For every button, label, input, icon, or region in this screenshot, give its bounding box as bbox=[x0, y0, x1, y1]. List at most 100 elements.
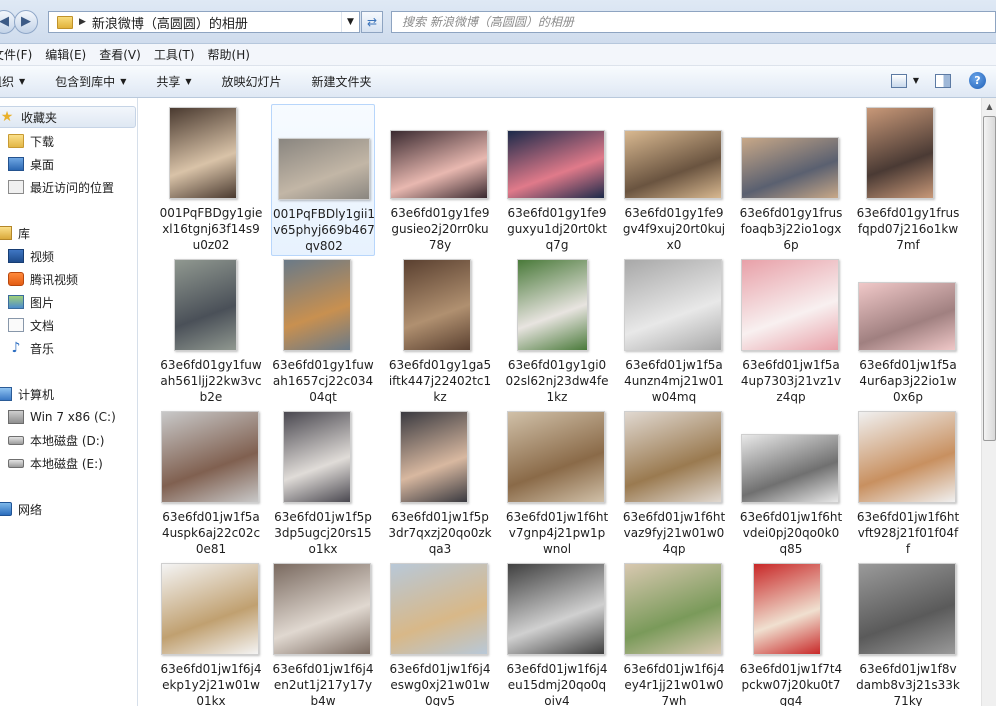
file-name: 63e6fd01jw1f5a4up7303j21vz1vz4qp bbox=[740, 358, 842, 404]
file-name: 63e6fd01jw1f7t4pckw07j20ku0t7gq4 bbox=[739, 662, 843, 706]
file-item[interactable]: 63e6fd01jw1f8vdamb8v3j21s33k71ky bbox=[856, 560, 960, 706]
nav-item-network[interactable]: 网络 bbox=[0, 498, 42, 520]
vertical-scrollbar[interactable]: ▲ bbox=[981, 98, 996, 706]
file-item[interactable]: 63e6fd01gy1fe9gv4f9xuj20rt0kujx0 bbox=[622, 104, 726, 256]
file-item[interactable]: 63e6fd01jw1f6j4en2ut1j217y17yb4w bbox=[271, 560, 375, 706]
file-item[interactable]: 001PqFBDly1gii1v65phyj669b467qv802 bbox=[271, 104, 375, 256]
new-folder-button[interactable]: 新建文件夹 bbox=[312, 73, 372, 90]
file-item[interactable]: 63e6fd01gy1fuwah561ljj22kw3vcb2e bbox=[159, 256, 263, 408]
menu-help[interactable]: 帮助(H) bbox=[208, 46, 257, 63]
image-thumbnail bbox=[161, 411, 259, 503]
nav-item-computer[interactable]: 计算机 bbox=[0, 383, 54, 405]
file-item[interactable]: 63e6fd01jw1f6j4ey4r1jj21w01w07wh bbox=[622, 560, 726, 706]
address-dropdown-icon[interactable]: ▼ bbox=[341, 12, 359, 32]
address-bar[interactable]: ▶ 新浪微博（高圆圆）的相册 ▼ bbox=[48, 11, 360, 33]
nav-item-downloads[interactable]: 下载 bbox=[8, 130, 54, 152]
scroll-up-icon[interactable]: ▲ bbox=[982, 98, 996, 115]
nav-item-drive-c[interactable]: Win 7 x86 (C:) bbox=[8, 406, 116, 428]
file-name: 63e6fd01jw1f6htvaz9fyj21w01w04qp bbox=[622, 510, 726, 556]
scrollbar-thumb[interactable] bbox=[983, 116, 996, 441]
preview-pane-icon[interactable] bbox=[935, 73, 951, 88]
image-thumbnail bbox=[741, 259, 839, 351]
help-icon[interactable]: ? bbox=[969, 72, 986, 89]
nav-label: 腾讯视频 bbox=[30, 272, 79, 287]
file-item[interactable]: 63e6fd01gy1ga5iftk447j22402tc1kz bbox=[388, 256, 492, 408]
menu-bar: 文件(F) 编辑(E) 查看(V) 工具(T) 帮助(H) bbox=[0, 44, 996, 66]
slideshow-button[interactable]: 放映幻灯片 bbox=[222, 73, 282, 90]
nav-item-pictures[interactable]: 图片 bbox=[8, 291, 54, 313]
change-view-icon[interactable] bbox=[890, 73, 907, 88]
menu-file[interactable]: 文件(F) bbox=[0, 46, 39, 63]
file-item[interactable]: 63e6fd01jw1f5a4up7303j21vz1vz4qp bbox=[739, 256, 843, 408]
file-name: 63e6fd01gy1frusfoaqb3j22io1ogx6p bbox=[739, 206, 843, 252]
share-button[interactable]: 共享 ▼ bbox=[156, 73, 191, 90]
nav-item-desktop[interactable]: 桌面 bbox=[8, 153, 54, 175]
file-item[interactable]: 63e6fd01jw1f6j4ekp1y2j21w01w01kx bbox=[159, 560, 263, 706]
file-name: 63e6fd01jw1f5a4uspk6aj22c02c0e81 bbox=[161, 510, 261, 556]
file-item[interactable]: 63e6fd01jw1f6htv7gnp4j21pw1pwnol bbox=[505, 408, 609, 560]
file-item[interactable]: 63e6fd01jw1f7t4pckw07j20ku0t7gq4 bbox=[739, 560, 843, 706]
file-item[interactable]: 63e6fd01jw1f5p3dp5ugcj20rs15o1kx bbox=[271, 408, 375, 560]
image-thumbnail bbox=[273, 563, 371, 655]
file-item[interactable]: 63e6fd01jw1f6j4eswg0xj21w01w0gv5 bbox=[388, 560, 492, 706]
file-item[interactable]: 63e6fd01gy1frusfoaqb3j22io1ogx6p bbox=[739, 104, 843, 256]
nav-label: 最近访问的位置 bbox=[30, 180, 115, 195]
file-item[interactable]: 63e6fd01gy1fuwah1657cj22c03404qt bbox=[271, 256, 375, 408]
nav-item-favorites[interactable]: ★ 收藏夹 bbox=[0, 106, 136, 128]
nav-label: 文档 bbox=[30, 318, 55, 333]
nav-item-libraries[interactable]: 库 bbox=[0, 222, 30, 244]
nav-label: 图片 bbox=[30, 295, 55, 310]
file-name: 63e6fd01jw1f6htvft928j21f01f04ff bbox=[856, 510, 960, 556]
menu-edit[interactable]: 编辑(E) bbox=[45, 46, 93, 63]
file-item[interactable]: 001PqFBDgy1giexl16tgnj63f14s9u0z02 bbox=[159, 104, 263, 256]
image-thumbnail bbox=[517, 259, 588, 351]
file-item[interactable]: 63e6fd01jw1f6htvdei0pj20qo0k0q85 bbox=[739, 408, 843, 560]
menu-tools[interactable]: 工具(T) bbox=[154, 46, 202, 63]
dropdown-arrow-icon: ▼ bbox=[185, 77, 192, 86]
nav-item-music[interactable]: ♪ 音乐 bbox=[8, 337, 54, 359]
include-library-label: 包含到库中 bbox=[55, 75, 116, 89]
file-item[interactable]: 63e6fd01jw1f5a4unzn4mj21w01w04mq bbox=[622, 256, 726, 408]
hard-drive-icon bbox=[8, 458, 24, 468]
file-item[interactable]: 63e6fd01gy1fe9guxyu1dj20rt0ktq7g bbox=[505, 104, 609, 256]
tencent-video-icon bbox=[8, 272, 24, 286]
image-thumbnail bbox=[624, 411, 722, 503]
file-name: 63e6fd01jw1f6j4en2ut1j217y17yb4w bbox=[272, 662, 374, 706]
search-box[interactable] bbox=[391, 11, 996, 33]
navigation-pane: ★ 收藏夹 下载 桌面 最近访问的位置 库 视频 腾讯视频 图片 文档 ♪ 音乐 计… bbox=[0, 98, 138, 706]
nav-label: 本地磁盘 (E:) bbox=[30, 456, 103, 471]
forward-button[interactable]: ▶ bbox=[14, 10, 38, 34]
image-thumbnail bbox=[400, 411, 468, 503]
nav-item-recent[interactable]: 最近访问的位置 bbox=[8, 176, 114, 198]
star-icon: ★ bbox=[0, 109, 14, 125]
nav-item-drive-d[interactable]: 本地磁盘 (D:) bbox=[8, 429, 104, 451]
nav-label: Win 7 x86 (C:) bbox=[30, 410, 116, 424]
nav-item-drive-e[interactable]: 本地磁盘 (E:) bbox=[8, 452, 103, 474]
search-input[interactable] bbox=[392, 12, 995, 32]
file-item[interactable]: 63e6fd01gy1gi002sl62nj23dw4fe1kz bbox=[505, 256, 609, 408]
nav-label: 本地磁盘 (D:) bbox=[30, 433, 105, 448]
menu-view[interactable]: 查看(V) bbox=[99, 46, 148, 63]
include-in-library-button[interactable]: 包含到库中 ▼ bbox=[55, 73, 126, 90]
nav-item-tencent-video[interactable]: 腾讯视频 bbox=[8, 268, 78, 290]
file-item[interactable]: 63e6fd01jw1f6j4eu15dmj20qo0qoiv4 bbox=[505, 560, 609, 706]
view-options-dropdown-icon[interactable]: ▼ bbox=[913, 76, 919, 85]
file-name: 63e6fd01jw1f6htv7gnp4j21pw1pwnol bbox=[505, 510, 609, 556]
refresh-button[interactable]: ⇄ bbox=[361, 11, 383, 33]
image-thumbnail bbox=[161, 563, 259, 655]
file-item[interactable]: 63e6fd01jw1f6htvaz9fyj21w01w04qp bbox=[622, 408, 726, 560]
image-thumbnail bbox=[858, 411, 956, 503]
file-item[interactable]: 63e6fd01jw1f5p3dr7qxzj20qo0zkqa3 bbox=[388, 408, 492, 560]
file-item[interactable]: 63e6fd01jw1f6htvft928j21f01f04ff bbox=[856, 408, 960, 560]
file-item[interactable]: 63e6fd01jw1f5a4uspk6aj22c02c0e81 bbox=[159, 408, 263, 560]
breadcrumb-chevron-icon[interactable]: ▶ bbox=[79, 17, 86, 27]
breadcrumb-current-folder[interactable]: 新浪微博（高圆圆）的相册 bbox=[92, 13, 248, 32]
file-item[interactable]: 63e6fd01jw1f5a4ur6ap3j22io1w0x6p bbox=[856, 256, 960, 408]
organize-button[interactable]: 组织 ▼ bbox=[0, 73, 25, 90]
file-item[interactable]: 63e6fd01gy1fe9gusieo2j20rr0ku78y bbox=[388, 104, 492, 256]
image-thumbnail bbox=[624, 259, 722, 351]
nav-item-documents[interactable]: 文档 bbox=[8, 314, 54, 336]
file-item[interactable]: 63e6fd01gy1frusfqpd07j216o1kw7mf bbox=[856, 104, 960, 256]
music-note-icon: ♪ bbox=[11, 340, 21, 356]
nav-item-videos[interactable]: 视频 bbox=[8, 245, 54, 267]
